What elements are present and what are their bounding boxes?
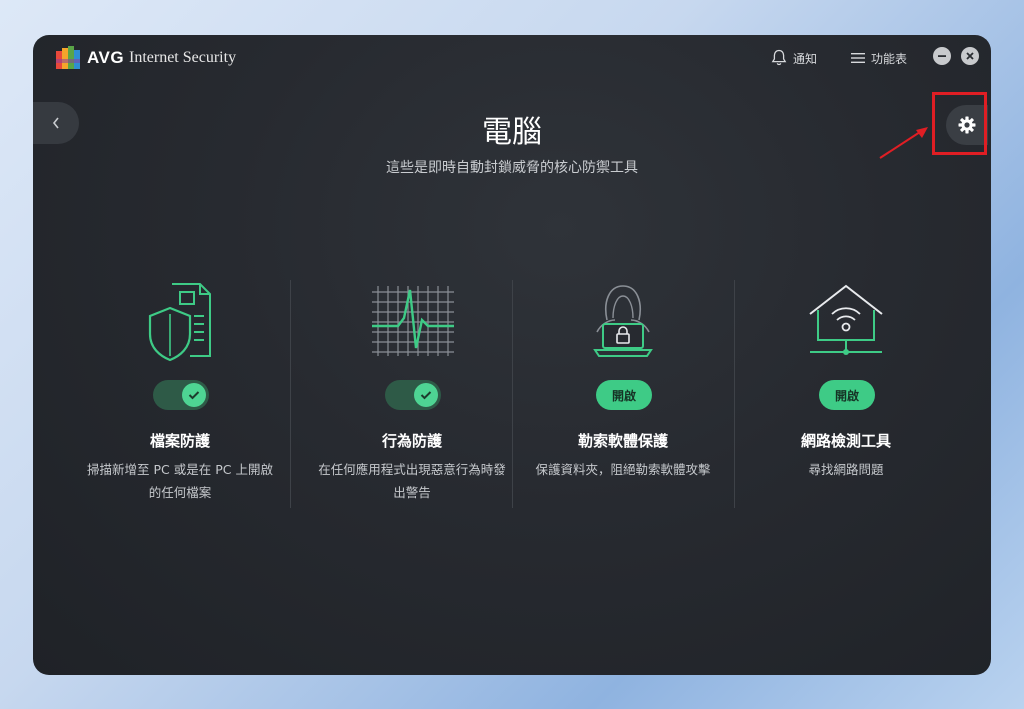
close-icon	[966, 52, 974, 60]
notifications-button[interactable]: 通知	[771, 47, 817, 69]
network-inspector-enable-button[interactable]: 開啟	[819, 380, 875, 410]
ransomware-laptop-icon	[593, 285, 653, 357]
checkmark-icon	[420, 391, 432, 400]
file-shield-icon	[148, 283, 211, 362]
avg-logo-icon	[56, 46, 80, 69]
behavior-shield-toggle[interactable]	[385, 380, 441, 410]
card-ransomware-protection: 開啟 勒索軟體保護 保護資料夾，阻絕勒索軟體攻擊	[512, 280, 734, 510]
notifications-label: 通知	[793, 51, 818, 66]
behavior-graph-icon	[372, 286, 454, 356]
page-subtitle: 這些是即時自動封鎖威脅的核心防禦工具	[386, 160, 638, 176]
ransomware-enable-button[interactable]: 開啟	[596, 380, 652, 410]
card-file-shield: 檔案防護 掃描新增至 PC 或是在 PC 上開啟的任何檔案	[69, 280, 291, 510]
card-network-inspector: 開啟 網路檢測工具 尋找網路問題	[735, 280, 957, 510]
card-title: 勒索軟體保護	[577, 432, 668, 450]
card-description: 尋找網路問題	[808, 462, 884, 477]
toggle-knob	[414, 383, 438, 407]
toggle-knob	[182, 383, 206, 407]
card-title: 檔案防護	[149, 432, 210, 450]
card-title: 網路檢測工具	[800, 432, 891, 450]
product-name: Internet Security	[129, 49, 237, 66]
minimize-button[interactable]	[933, 47, 951, 65]
red-arrow-icon	[879, 127, 928, 159]
card-description: 掃描新增至 PC 或是在 PC 上開啟的任何檔案	[87, 462, 273, 500]
hamburger-icon	[851, 53, 865, 63]
minimize-icon	[938, 55, 946, 57]
title-bar: AVG Internet Security 通知 功能表	[33, 35, 991, 83]
menu-label: 功能表	[871, 51, 908, 66]
page-title: 電腦	[482, 115, 542, 150]
network-house-icon	[809, 284, 883, 355]
menu-button[interactable]: 功能表	[851, 47, 907, 69]
card-description: 在任何應用程式出現惡意行為時發出警告	[318, 462, 506, 500]
highlight-box	[932, 92, 987, 155]
card-behavior-shield: 行為防護 在任何應用程式出現惡意行為時發出警告	[301, 280, 523, 510]
bell-icon	[771, 49, 787, 66]
card-description: 保護資料夾，阻絕勒索軟體攻擊	[535, 462, 711, 477]
close-button[interactable]	[961, 47, 979, 65]
app-window: AVG Internet Security 通知 功能表 電腦 這些是即時自動封…	[33, 35, 991, 675]
file-shield-toggle[interactable]	[153, 380, 209, 410]
checkmark-icon	[188, 391, 200, 400]
card-title: 行為防護	[381, 432, 442, 450]
brand-name: AVG	[87, 48, 125, 67]
card-divider	[290, 280, 291, 508]
